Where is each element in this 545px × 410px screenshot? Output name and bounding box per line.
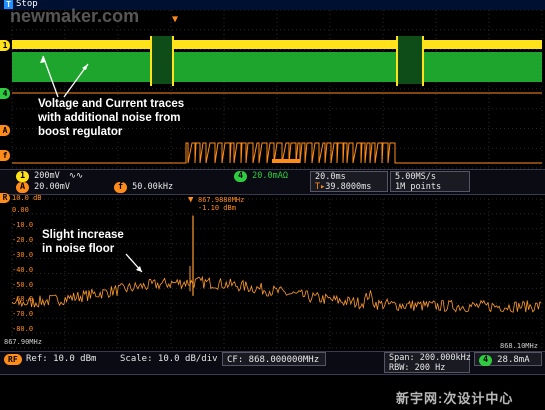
spectrum-graticule [11, 198, 543, 349]
noise-annotation: Slight increase in noise floor [42, 228, 124, 256]
spectrum-x-right: 868.10MHz [500, 342, 538, 350]
spectrum-r-marker[interactable]: R [0, 193, 10, 203]
math-scale: 50.00kHz [132, 182, 174, 192]
spectrum-y-tick: -20.0 [12, 235, 34, 244]
scale-readout[interactable]: Scale: 10.0 dB/div [120, 354, 218, 364]
spectrum-marker-icon[interactable]: ▼ [188, 196, 193, 205]
ch1-readout[interactable]: 1 200mV ∿∿ [12, 171, 228, 182]
ch1-scale: 200mV [34, 171, 60, 181]
ch4-measurement[interactable]: 4 28.8mA [474, 352, 542, 366]
span-label: Span: [389, 353, 415, 363]
spectrum-y-tick: -60.0 [12, 295, 34, 304]
marker-level: -1.10 dBm [198, 204, 236, 212]
ch1-edge [172, 36, 174, 86]
record-length-value: 1M points [395, 182, 442, 192]
ch4-noise-band [424, 52, 542, 82]
ref-a-badge: A [16, 182, 30, 193]
watermark-bottom: 新宇网:次设计中心 [396, 391, 514, 406]
span-rbw-readout[interactable]: Span: 200.000kHz RBW: 200 Hz [384, 352, 471, 373]
spectrum-trace-line [11, 275, 542, 313]
center-frequency[interactable]: CF: 868.000000MHz [222, 352, 326, 366]
ch1-trace [12, 40, 150, 49]
ref-a-dense-segment [272, 159, 300, 163]
noise-annotation-line-2: in noise floor [42, 243, 115, 255]
ch4-readout[interactable]: 4 20.0mAΩ [230, 171, 308, 182]
noise-annotation-line-1: Slight increase [42, 229, 124, 241]
ch4-meas-badge: 4 [479, 355, 493, 366]
spectrum-y-tick: -80.0 [12, 325, 34, 334]
rbw-value: 200 Hz [414, 363, 446, 373]
spectrum-top-label: 10.0 dB [12, 194, 42, 202]
ref-a-scale: 20.00mV [34, 182, 70, 192]
channel-1-marker[interactable]: 1 [0, 40, 10, 51]
math-badge: f [114, 182, 128, 193]
ch4-pulse [396, 36, 424, 84]
ch1-edge [396, 36, 398, 86]
trigger-position-readout: T▸39.8000ms [315, 182, 372, 192]
spectrum-y-tick: -40.0 [12, 265, 34, 274]
ch4-pulse [150, 36, 174, 84]
acquisition-readout[interactable]: 5.00MS/s 1M points [390, 171, 470, 192]
ch4-noise-band [12, 52, 150, 82]
traces-annotation: Voltage and Current traces with addition… [38, 97, 184, 139]
ref-a-readout[interactable]: A 20.00mV [12, 182, 102, 193]
ch1-coupling: ∿∿ [68, 171, 84, 181]
span-value: 200.000kHz [419, 353, 471, 363]
sample-rate-value: 5.00MS/s [395, 172, 436, 182]
spectrum-y-tick: 0.00 [12, 206, 29, 214]
ch1-trace [424, 40, 542, 49]
ref-a-marker[interactable]: A [0, 125, 10, 136]
traces-annotation-line-3: boost regulator [38, 126, 123, 138]
math-readout[interactable]: f 50.00kHz [110, 182, 230, 193]
ch1-trace [174, 40, 396, 49]
spectrum-y-tick: -30.0 [12, 250, 34, 259]
ch4-scale: 20.0mAΩ [252, 171, 288, 181]
ch4-badge: 4 [234, 171, 248, 182]
spectrum-y-tick: -70.0 [12, 310, 34, 319]
math-f-marker[interactable]: f [0, 150, 10, 161]
spectrum-y-tick: -10.0 [12, 220, 34, 229]
traces-annotation-line-1: Voltage and Current traces [38, 98, 185, 110]
traces-annotation-line-2: with additional noise from [38, 112, 181, 124]
ch1-edge [150, 36, 152, 86]
timebase-value: 20.0ms [315, 172, 346, 182]
ch4-noise-band [174, 52, 396, 82]
trigger-position-value: 39.8000ms [325, 182, 372, 192]
channel-4-marker[interactable]: 4 [0, 88, 10, 99]
timebase-readout[interactable]: 20.0ms T▸39.8000ms [310, 171, 388, 192]
marker-frequency: 867.9880MHz [198, 196, 245, 204]
spectrum-x-left: 867.90MHz [4, 338, 42, 346]
rf-badge[interactable]: RF [4, 354, 22, 365]
rbw-label: RBW: [389, 363, 410, 373]
trigger-position-icon[interactable]: ▼ [172, 14, 178, 25]
spectrum-y-tick: -50.0 [12, 280, 34, 289]
ref-level[interactable]: Ref: 10.0 dBm [26, 354, 96, 364]
ch1-edge [422, 36, 424, 86]
watermark-top: newmaker.com [10, 6, 140, 26]
oscilloscope-display [11, 9, 543, 349]
ch4-meas-value: 28.8mA [497, 355, 530, 365]
